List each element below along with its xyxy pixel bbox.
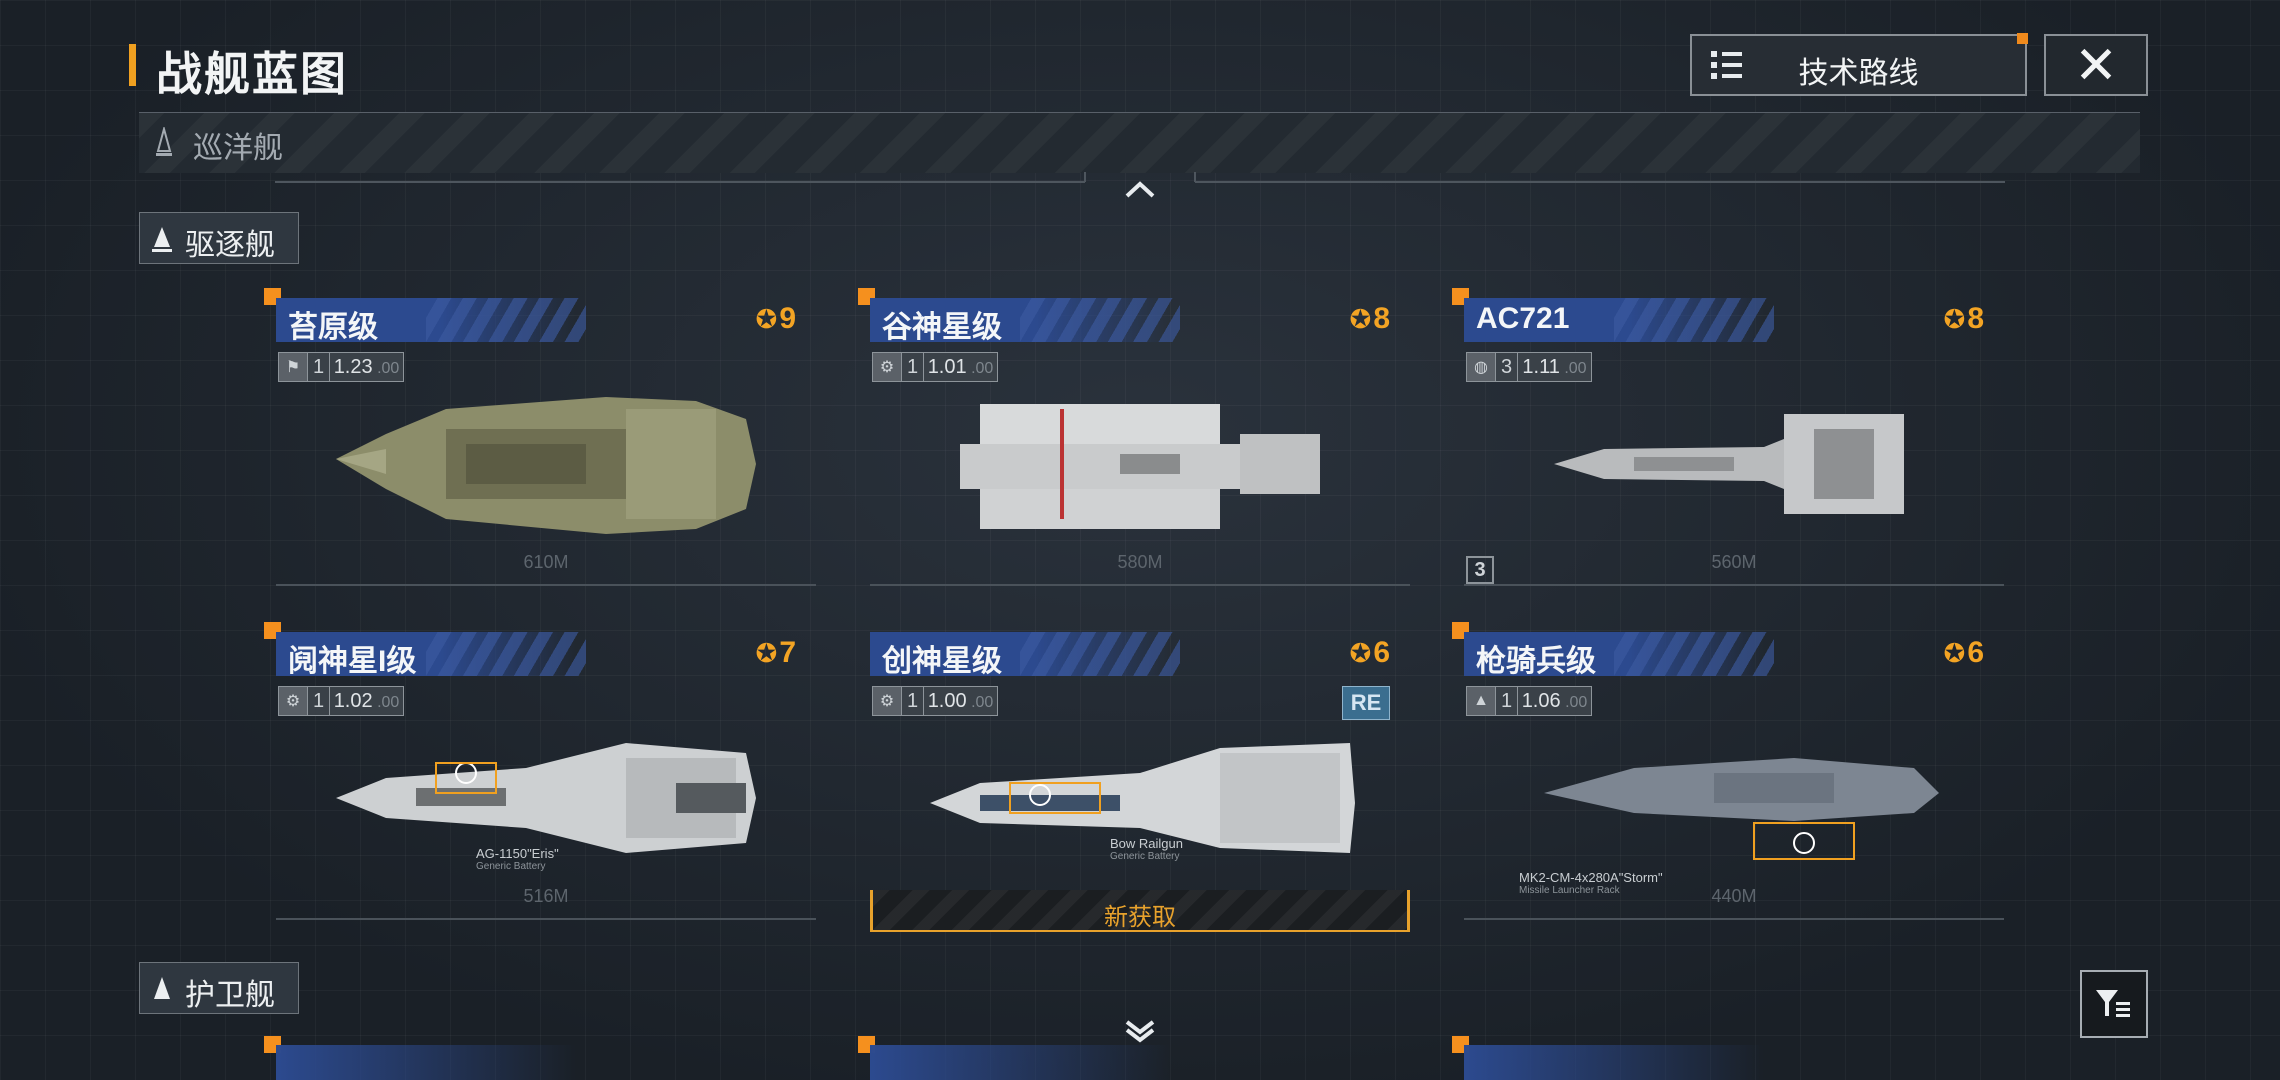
weapon-label: Bow Railgun Generic Battery: [1110, 836, 1183, 862]
ship-image: [336, 397, 756, 534]
cruiser-category-bar[interactable]: 巡洋舰: [139, 112, 2140, 173]
stat-box: ⚙ 1 1.01 .00: [872, 352, 998, 382]
level-value: 1: [308, 686, 330, 716]
ship-card[interactable]: 苔原级 ✪9 ⚑ 1 1.23 .00 610M: [264, 288, 816, 594]
ship-card[interactable]: AC721 ✪8 ◍ 3 1.11 .00 3 560M: [1452, 288, 2004, 594]
level-value: 1: [308, 352, 330, 382]
tech-route-button[interactable]: 技术路线: [1690, 33, 2028, 96]
ship-name: 枪骑兵级: [1476, 645, 1596, 678]
cog-icon: ⚙: [872, 686, 902, 716]
rank-icon: ✪: [1943, 304, 1966, 334]
power-value: 1.23 .00: [330, 352, 404, 382]
rank-icon: ✪: [755, 638, 778, 668]
filter-icon: [2096, 990, 2130, 1017]
page-title: 战舰蓝图: [156, 48, 348, 100]
ship-name: 苔原级: [288, 311, 378, 344]
destroyer-icon: [152, 227, 172, 252]
rank-badge: ✪7: [755, 636, 796, 669]
rank-badge: ✪9: [755, 302, 796, 335]
chevron-up-icon[interactable]: [1124, 178, 1156, 200]
ship-image: [1554, 414, 1904, 514]
frigate-category-label[interactable]: 护卫舰: [139, 962, 299, 1014]
close-icon: ✕: [2074, 37, 2118, 95]
ship-image: [1544, 758, 1939, 860]
stat-box: ▲ 1 1.06 .00: [1466, 686, 1592, 716]
flag-icon: ⚑: [278, 352, 308, 382]
weapon-label: AG-1150"Eris" Generic Battery: [476, 846, 559, 872]
cog-icon: ⚙: [872, 352, 902, 382]
power-value: 1.00 .00: [924, 686, 998, 716]
ship-name: 谷神星级: [882, 311, 1002, 344]
name-bar-partial: [870, 1045, 1170, 1080]
rank-badge: ✪6: [1349, 636, 1390, 669]
ruler-line: [1464, 584, 2004, 586]
name-bar-partial: [1464, 1045, 1764, 1080]
rank-icon: ✪: [1943, 638, 1966, 668]
level-value: 1: [902, 352, 924, 382]
stat-box: ⚑ 1 1.23 .00: [278, 352, 404, 382]
ship-name: AC721: [1476, 302, 1570, 335]
filter-button[interactable]: [2080, 970, 2148, 1038]
cog-icon: ⚙: [278, 686, 308, 716]
level-value: 1: [902, 686, 924, 716]
ruler-line: [276, 918, 816, 920]
title-accent-bar: [129, 44, 136, 86]
power-value: 1.11 .00: [1518, 352, 1592, 382]
tech-route-label: 技术路线: [1798, 57, 1919, 90]
cruiser-label: 巡洋舰: [193, 132, 283, 165]
close-button[interactable]: ✕: [2044, 34, 2148, 96]
chevron-down-icon[interactable]: [1124, 1018, 1156, 1044]
rank-icon: ✪: [755, 304, 778, 334]
ruler-line: [870, 584, 1410, 586]
stat-box: ◍ 3 1.11 .00: [1466, 352, 1592, 382]
ship-card[interactable]: 创神星级 ✪6 ⚙ 1 1.00 .00 RE Bow Railgun Gener…: [870, 628, 1410, 932]
ship-name: 创神星级: [882, 645, 1002, 678]
destroyer-category-label[interactable]: 驱逐舰: [139, 212, 299, 264]
ship-name: 阋神星I级: [288, 645, 417, 678]
name-bar-partial: [276, 1045, 576, 1080]
power-value: 1.02 .00: [330, 686, 404, 716]
ruler-line: [1464, 918, 2004, 920]
level-value: 3: [1496, 352, 1518, 382]
rank-icon: ✪: [1349, 304, 1372, 334]
rank-badge: ✪8: [1943, 302, 1984, 335]
power-value: 1.01 .00: [924, 352, 998, 382]
ship-card[interactable]: 枪骑兵级 ✪6 ▲ 1 1.06 .00 MK2-CM-4x280A"Storm…: [1452, 622, 2004, 928]
ship-length: 610M: [523, 552, 569, 572]
stat-box: ⚙ 1 1.02 .00: [278, 686, 404, 716]
frigate-label: 护卫舰: [185, 979, 275, 1012]
power-value: 1.06 .00: [1518, 686, 1592, 716]
ship-length: 560M: [1711, 552, 1757, 572]
rank-icon: ✪: [1349, 638, 1372, 668]
level-value: 1: [1496, 686, 1518, 716]
stat-box: ⚙ 1 1.00 .00: [872, 686, 998, 716]
notification-dot: [2017, 33, 2028, 44]
new-acquired-banner: 新获取: [870, 890, 1410, 932]
globe-icon: ◍: [1466, 352, 1496, 382]
rank-badge: ✪8: [1349, 302, 1390, 335]
ship-length: 580M: [1117, 552, 1163, 572]
cruiser-icon: [156, 127, 172, 156]
ship-length: 516M: [523, 886, 569, 906]
ship-card[interactable]: 阋神星I级 ✪7 ⚙ 1 1.02 .00 AG-1150"Eris" Gener…: [264, 622, 816, 928]
ship-image: [960, 404, 1320, 529]
destroyer-label: 驱逐舰: [185, 229, 275, 262]
ship-icon: ▲: [1466, 686, 1496, 716]
frigate-icon: [154, 977, 170, 999]
rank-badge: ✪6: [1943, 636, 1984, 669]
ruler-line: [276, 584, 816, 586]
ship-card[interactable]: 谷神星级 ✪8 ⚙ 1 1.01 .00 580M: [858, 288, 1410, 594]
ship-length: 440M: [1711, 886, 1757, 906]
